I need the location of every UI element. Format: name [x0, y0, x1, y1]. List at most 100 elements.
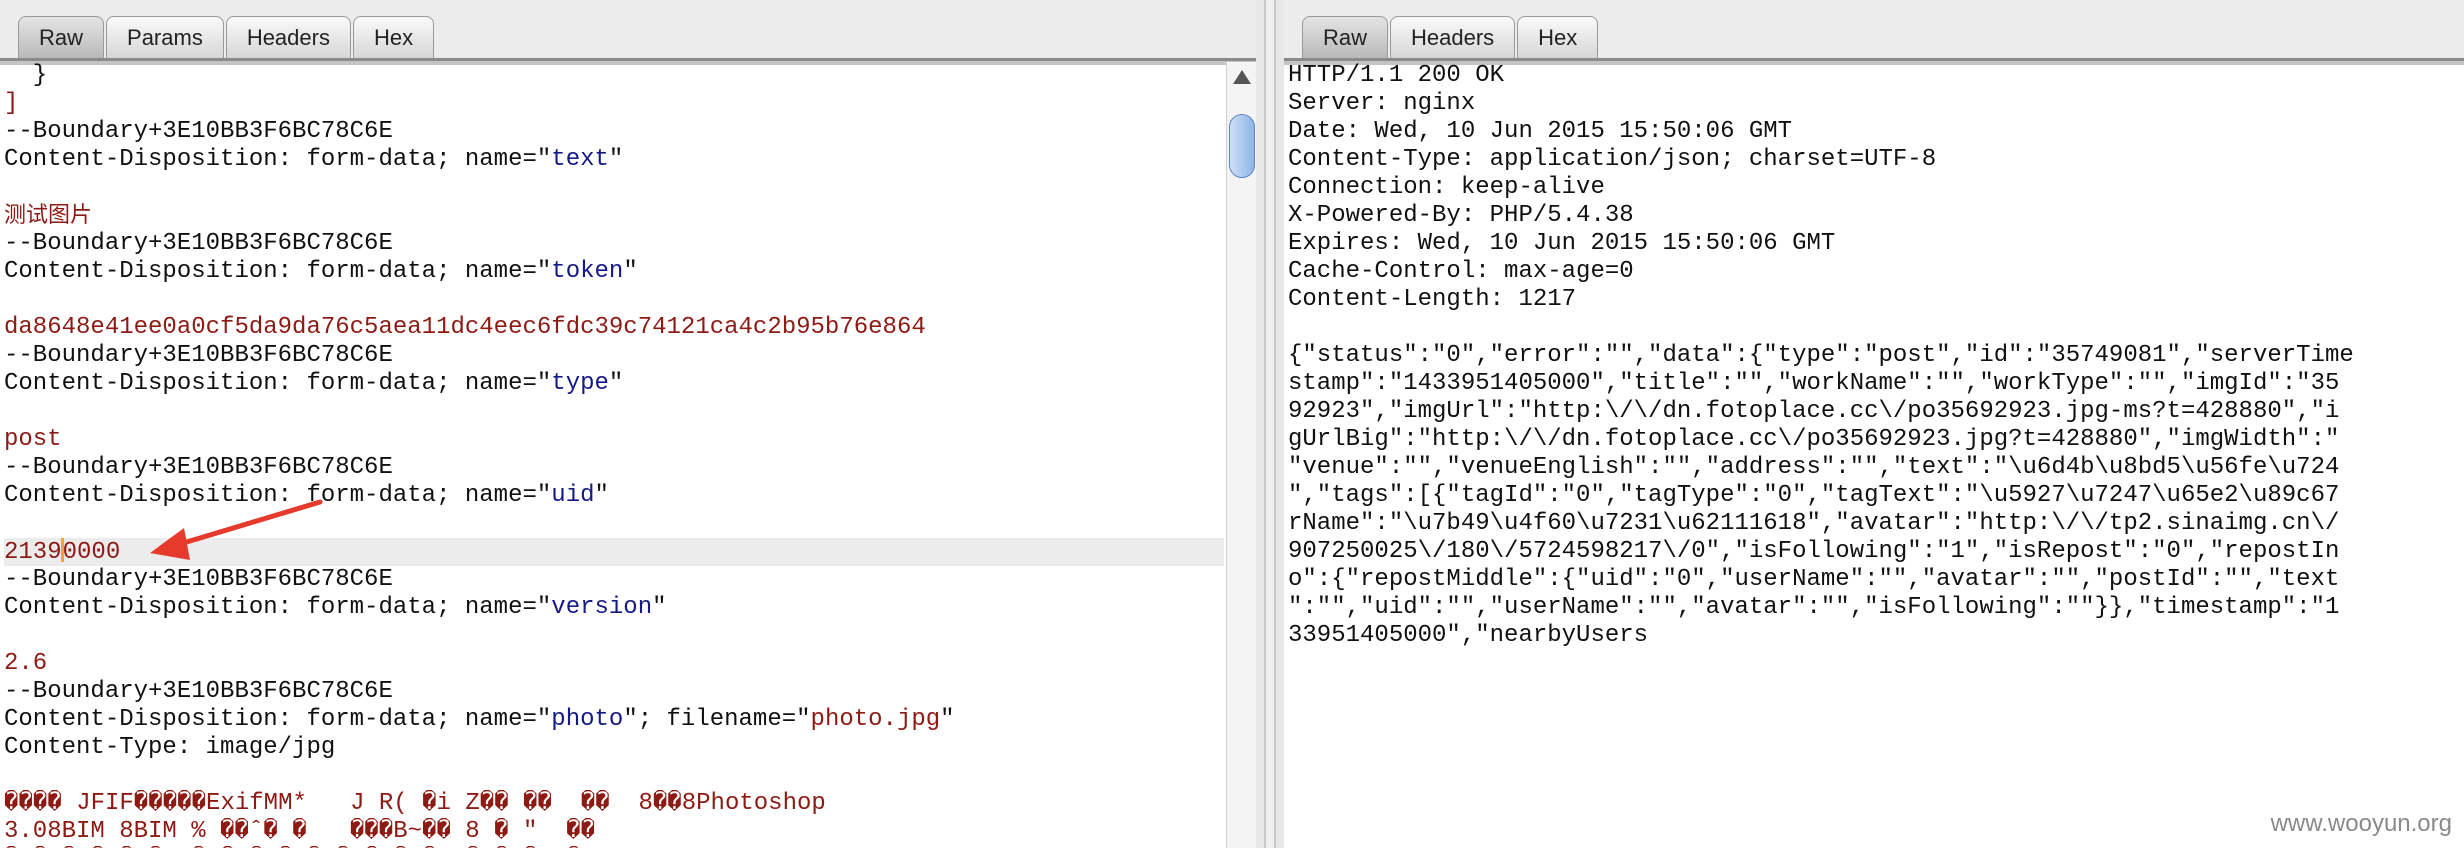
- request-line: 3.08BIM 8BIM % ��ˆ� � ���B~�� 8 � " ��: [4, 818, 1224, 846]
- request-line: [4, 398, 1224, 426]
- request-tab-bar: Raw Params Headers Hex: [0, 0, 1256, 65]
- request-line: Content-Disposition: form-data; name="ty…: [4, 370, 1224, 398]
- request-token: 2.6: [4, 650, 48, 677]
- response-tabs: Raw Headers Hex: [1302, 16, 1600, 58]
- response-tab-headers[interactable]: Headers: [1390, 16, 1516, 58]
- response-line: ","tags":[{"tagId":"0","tagType":"0","ta…: [1288, 482, 2340, 509]
- request-token: ]: [4, 90, 19, 117]
- request-line: }: [4, 62, 1224, 90]
- scroll-thumb[interactable]: [1229, 114, 1255, 178]
- request-token: version: [551, 594, 653, 621]
- response-tab-bar: Raw Headers Hex: [1284, 0, 2464, 65]
- request-token: ": [594, 482, 609, 509]
- response-line: HTTP/1.1 200 OK: [1288, 62, 1505, 89]
- response-line: {"status":"0","error":"","data":{"type":…: [1288, 342, 2354, 369]
- request-line: ]: [4, 90, 1224, 118]
- response-line: Server: nginx: [1288, 90, 1476, 117]
- request-token: }: [4, 62, 48, 89]
- request-line: da8648e41ee0a0cf5da9da76c5aea11dc4eec6fd…: [4, 314, 1224, 342]
- request-tab-raw[interactable]: Raw: [18, 16, 105, 58]
- request-token: ": [940, 706, 955, 733]
- request-line: Content-Disposition: form-data; name="ph…: [4, 706, 1224, 734]
- response-line: Date: Wed, 10 Jun 2015 15:50:06 GMT: [1288, 118, 1793, 145]
- request-token: ": [623, 258, 638, 285]
- request-line: [4, 762, 1224, 790]
- request-tabs: Raw Params Headers Hex: [18, 16, 436, 58]
- request-line: --Boundary+3E10BB3F6BC78C6E: [4, 230, 1224, 258]
- response-line: 33951405000","nearbyUsers: [1288, 622, 1649, 649]
- request-token: --Boundary+3E10BB3F6BC78C6E: [4, 678, 393, 705]
- request-token: text: [551, 146, 609, 173]
- request-token: Content-Disposition: form-data; name=": [4, 146, 552, 173]
- request-token: Content-Disposition: form-data; name=": [4, 370, 552, 397]
- request-raw-editor[interactable]: }] --Boundary+3E10BB3F6BC78C6E Content-Dis…: [4, 62, 1224, 848]
- request-line: --Boundary+3E10BB3F6BC78C6E: [4, 454, 1224, 482]
- request-token: Content-Disposition: form-data; name=": [4, 706, 552, 733]
- request-line: [4, 622, 1224, 650]
- request-token: --Boundary+3E10BB3F6BC78C6E: [4, 230, 393, 257]
- request-line: --Boundary+3E10BB3F6BC78C6E: [4, 118, 1224, 146]
- response-line: Expires: Wed, 10 Jun 2015 15:50:06 GMT: [1288, 230, 1836, 257]
- request-token: da8648e41ee0a0cf5da9da76c5aea11dc4eec6fd…: [4, 314, 926, 341]
- request-line: 21390000: [4, 538, 1224, 566]
- request-tab-params[interactable]: Params: [106, 16, 224, 58]
- request-token: type: [551, 370, 609, 397]
- watermark-text: www.wooyun.org: [2270, 810, 2452, 837]
- response-line: ":"","uid":"","userName":"","avatar":"",…: [1288, 594, 2340, 621]
- request-tab-headers[interactable]: Headers: [225, 16, 351, 58]
- response-line: Connection: keep-alive: [1288, 174, 1605, 201]
- scroll-up-arrow-icon[interactable]: [1233, 70, 1251, 84]
- request-token: 3.08BIM 8BIM % ��ˆ� � ���B~�� 8 � " ��: [4, 818, 596, 845]
- response-line: Cache-Control: max-age=0: [1288, 258, 1634, 285]
- response-line: Content-Type: application/json; charset=…: [1288, 146, 1937, 173]
- request-tab-hex[interactable]: Hex: [352, 16, 435, 58]
- request-line: [4, 510, 1224, 538]
- response-line: o":{"repostMiddle":{"uid":"0","userName"…: [1288, 566, 2340, 593]
- request-line: Content-Disposition: form-data; name="ve…: [4, 594, 1224, 622]
- response-tab-raw[interactable]: Raw: [1302, 16, 1389, 58]
- response-line: rName":"\u7b49\u4f60\u7231\u62111618","a…: [1288, 510, 2340, 537]
- request-line: [4, 286, 1224, 314]
- request-token: --Boundary+3E10BB3F6BC78C6E: [4, 454, 393, 481]
- request-line: 测试图片: [4, 202, 1224, 230]
- response-line: "venue":"","venueEnglish":"","address":"…: [1288, 454, 2340, 481]
- request-line: --Boundary+3E10BB3F6BC78C6E: [4, 678, 1224, 706]
- request-token: post: [4, 426, 62, 453]
- response-line: 907250025\/180\/5724598217\/0","isFollow…: [1288, 538, 2340, 565]
- request-token: --Boundary+3E10BB3F6BC78C6E: [4, 342, 393, 369]
- request-token: --Boundary+3E10BB3F6BC78C6E: [4, 566, 393, 593]
- request-token: photo: [551, 706, 624, 733]
- request-line: Content-Disposition: form-data; name="ui…: [4, 482, 1224, 510]
- request-line: Content-Disposition: form-data; name="te…: [4, 146, 1224, 174]
- response-raw-viewer[interactable]: HTTP/1.1 200 OK Server: nginx Date: Wed, 1…: [1288, 62, 2464, 848]
- request-line: [4, 174, 1224, 202]
- request-token: Content-Disposition: form-data; name=": [4, 482, 552, 509]
- request-token: ": [652, 594, 667, 621]
- request-token: Content-Type: image/jpg: [4, 734, 336, 761]
- response-line: stamp":"1433951405000","title":"","workN…: [1288, 370, 2340, 397]
- request-token: "; filename=": [623, 706, 811, 733]
- split-pane-divider[interactable]: [1256, 0, 1284, 848]
- request-token: token: [551, 258, 624, 285]
- request-token: Content-Disposition: form-data; name=": [4, 594, 552, 621]
- request-line: --Boundary+3E10BB3F6BC78C6E: [4, 342, 1224, 370]
- request-token: photo.jpg: [810, 706, 941, 733]
- response-tab-hex[interactable]: Hex: [1517, 16, 1599, 58]
- response-line: X-Powered-By: PHP/5.4.38: [1288, 202, 1634, 229]
- response-line: [1288, 314, 2464, 342]
- response-panel: Raw Headers Hex HTTP/1.1 200 OK Server: ngi…: [1284, 0, 2464, 848]
- request-token: ": [608, 370, 624, 397]
- request-token: Content-Disposition: form-data; name=": [4, 258, 552, 285]
- request-line: ���� JFIF�����ExifMM* J R( �i Z�� �� �� …: [4, 790, 1224, 818]
- request-line: post: [4, 426, 1224, 454]
- response-line: Content-Length: 1217: [1288, 286, 1577, 313]
- request-token: ���� JFIF�����ExifMM* J R( �i Z�� �� �� …: [4, 790, 826, 817]
- request-line: Content-Type: image/jpg: [4, 734, 1224, 762]
- request-token: 2139: [4, 539, 62, 566]
- request-scrollbar[interactable]: [1226, 62, 1256, 848]
- request-line: --Boundary+3E10BB3F6BC78C6E: [4, 566, 1224, 594]
- response-line: gUrlBig":"http:\/\/dn.fotoplace.cc\/po35…: [1288, 426, 2340, 453]
- request-panel: Raw Params Headers Hex }] --Boundary+3E10BB3…: [0, 0, 1256, 848]
- response-line: 92923","imgUrl":"http:\/\/dn.fotoplace.c…: [1288, 398, 2340, 425]
- request-token: 测试图片: [4, 203, 93, 228]
